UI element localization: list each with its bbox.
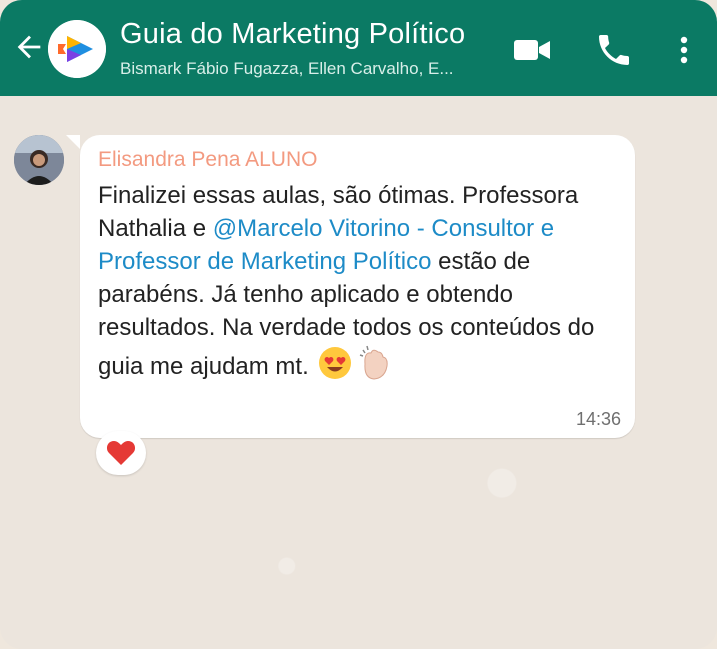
group-logo-icon: [48, 20, 106, 78]
reaction-badge[interactable]: [96, 431, 146, 475]
sender-name[interactable]: Elisandra Pena ALUNO: [98, 148, 317, 172]
chat-window: Guia do Marketing Político Bismark Fábio…: [0, 0, 717, 649]
clapping-hands-emoji: [355, 344, 395, 391]
more-options-icon[interactable]: [664, 30, 704, 70]
back-arrow-icon[interactable]: [12, 30, 46, 64]
heart-eyes-emoji: [318, 346, 352, 389]
sender-avatar[interactable]: [14, 135, 64, 185]
group-title[interactable]: Guia do Marketing Político: [120, 18, 465, 51]
chat-header: Guia do Marketing Político Bismark Fábio…: [0, 0, 717, 96]
user-photo-icon: [14, 135, 64, 185]
heart-icon: [106, 441, 136, 465]
voice-call-icon[interactable]: [594, 30, 634, 70]
message-text: Finalizei essas aulas, são ótimas. Profe…: [98, 179, 618, 391]
message-bubble[interactable]: Elisandra Pena ALUNO Finalizei essas aul…: [66, 135, 635, 438]
video-call-icon[interactable]: [512, 30, 552, 70]
group-members[interactable]: Bismark Fábio Fugazza, Ellen Carvalho, E…: [120, 59, 500, 79]
message-time: 14:36: [575, 409, 621, 429]
group-avatar[interactable]: [48, 20, 106, 78]
